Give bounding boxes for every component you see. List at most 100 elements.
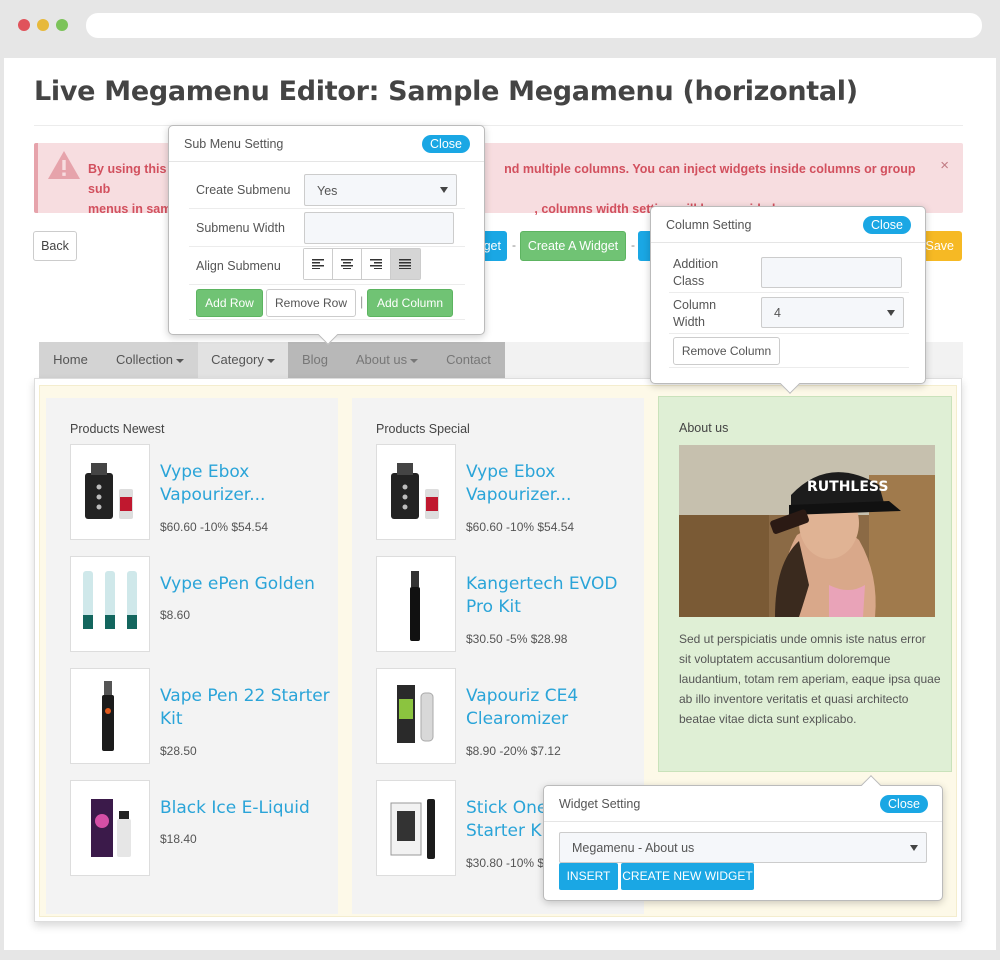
submenu-setting-popover: Sub Menu Setting Close Create Submenu Ye… [168,125,485,345]
column-width-row: Column Width 4 [669,293,909,334]
align-left-icon [312,259,324,269]
select-value: 4 [774,306,781,320]
align-right-icon [370,259,382,269]
addition-class-label: Addition Class [673,256,718,290]
align-center-button[interactable] [333,249,362,279]
align-submenu-label: Align Submenu [196,259,281,273]
create-submenu-select[interactable]: Yes [304,174,457,206]
product-name-link[interactable]: Vape Pen 22 Starter Kit [160,685,330,731]
product-thumbnail[interactable] [376,556,456,652]
product-item[interactable]: Kangertech EVOD Pro Kit $30.50 -5% $28.9… [376,556,636,652]
popover-title: Sub Menu Setting [184,137,284,151]
menu-item-label: Collection [115,352,174,367]
popover-title: Column Setting [666,218,752,232]
remove-row-button[interactable]: Remove Row [266,289,356,317]
eliquid-box-image [91,799,131,857]
menu-item-home[interactable]: Home [39,342,102,378]
product-item[interactable]: Vype ePen Golden $8.60 [70,556,330,652]
product-thumbnail[interactable] [376,668,456,764]
align-center-icon [341,259,353,269]
product-name-link[interactable]: Vype Ebox Vapourizer... [466,461,636,507]
product-name-link[interactable]: Black Ice E-Liquid [160,797,330,820]
product-price: $60.60 -10% $54.54 [160,520,269,534]
caret-down-icon [266,358,275,363]
align-justify-button[interactable] [391,249,420,279]
menu-item-blog[interactable]: Blog [288,342,342,378]
popover-footer-rule [669,367,909,368]
back-button[interactable]: Back [33,231,77,261]
menu-item-collection[interactable]: Collection [102,342,198,378]
insert-button[interactable]: INSERT [559,863,618,890]
product-price: $18.40 [160,832,197,846]
product-thumbnail[interactable] [70,780,150,876]
button-divider: | [360,295,364,309]
warning-icon [48,151,80,179]
vape-pen-image [102,681,114,751]
remove-column-button[interactable]: Remove Column [673,337,780,365]
align-button-group [303,248,421,280]
window-minimize-dot[interactable] [37,19,49,31]
menu-item-about-us[interactable]: About us [342,342,432,378]
add-column-button[interactable]: Add Column [367,289,453,317]
product-item[interactable]: Vype Ebox Vapourizer... $60.60 -10% $54.… [376,444,636,540]
popover-header: Widget Setting Close [544,786,942,822]
popover-header: Column Setting Close [651,207,925,243]
create-a-widget-button[interactable]: Create A Widget [520,231,626,261]
product-thumbnail[interactable] [70,668,150,764]
create-submenu-row: Create Submenu Yes [189,171,465,209]
product-price: $30.50 -5% $28.98 [466,632,568,646]
label-line-2: Width [673,315,705,329]
browser-chrome [0,0,1000,52]
submenu-width-label: Submenu Width [196,221,285,235]
product-name-link[interactable]: Vapouriz CE4 Clearomizer [466,685,636,731]
menu-item-category[interactable]: Category [198,342,288,378]
toolbar-separator: - [512,238,516,252]
product-thumbnail[interactable] [70,556,150,652]
window-close-dot[interactable] [18,19,30,31]
submenu-width-input[interactable] [304,212,454,244]
product-item[interactable]: Vapouriz CE4 Clearomizer $8.90 -20% $7.1… [376,668,636,764]
caret-down-icon [176,358,185,363]
close-button[interactable]: Close [422,135,470,153]
select-value: Yes [317,184,338,198]
about-us-image: RUTHLESS [679,445,935,617]
product-item[interactable]: Black Ice E-Liquid $18.40 [70,780,330,876]
align-left-button[interactable] [304,249,333,279]
product-name-line-2: Starter Kit [466,821,553,841]
vape-box-image [85,463,133,519]
popover-title: Widget Setting [559,797,641,811]
menu-item-contact[interactable]: Contact [432,342,505,378]
window-maximize-dot[interactable] [56,19,68,31]
close-button[interactable]: Close [880,795,928,813]
about-us-text: Sed ut perspiciatis unde omnis iste natu… [679,632,941,726]
product-thumbnail[interactable] [376,444,456,540]
address-bar[interactable] [86,13,982,38]
menu-item-label: Home [53,352,88,367]
column-products-newest[interactable]: Products Newest Vype Ebox Vapourizer... … [46,398,338,914]
addition-class-input[interactable] [761,257,902,288]
addition-class-row: Addition Class [669,252,909,293]
product-item[interactable]: Vype Ebox Vapourizer... $60.60 -10% $54.… [70,444,330,540]
alert-close-icon[interactable]: × [940,157,949,174]
alert-text-left-1: By using this t [88,162,175,176]
column-about-us[interactable]: About us RUTHLESS Sed ut perspiciatis un… [658,396,952,772]
align-right-button[interactable] [362,249,391,279]
label-line-2: Class [673,274,705,288]
product-item[interactable]: Vape Pen 22 Starter Kit $28.50 [70,668,330,764]
product-name-link[interactable]: Vype ePen Golden [160,573,330,596]
product-price: $28.50 [160,744,197,758]
product-thumbnail[interactable] [376,780,456,876]
woman-photo: RUTHLESS [679,445,935,617]
product-thumbnail[interactable] [70,444,150,540]
widget-select[interactable]: Megamenu - About us [559,832,927,863]
column-title: About us [679,421,729,435]
add-row-button[interactable]: Add Row [196,289,263,317]
vape-box-image [391,463,439,519]
chevron-down-icon [887,310,895,316]
close-button[interactable]: Close [863,216,911,234]
cap-text: RUTHLESS [807,479,888,495]
product-name-link[interactable]: Kangertech EVOD Pro Kit [466,573,636,619]
product-name-link[interactable]: Vype Ebox Vapourizer... [160,461,330,507]
create-new-widget-button[interactable]: CREATE NEW WIDGET [621,863,754,890]
column-width-select[interactable]: 4 [761,297,904,328]
